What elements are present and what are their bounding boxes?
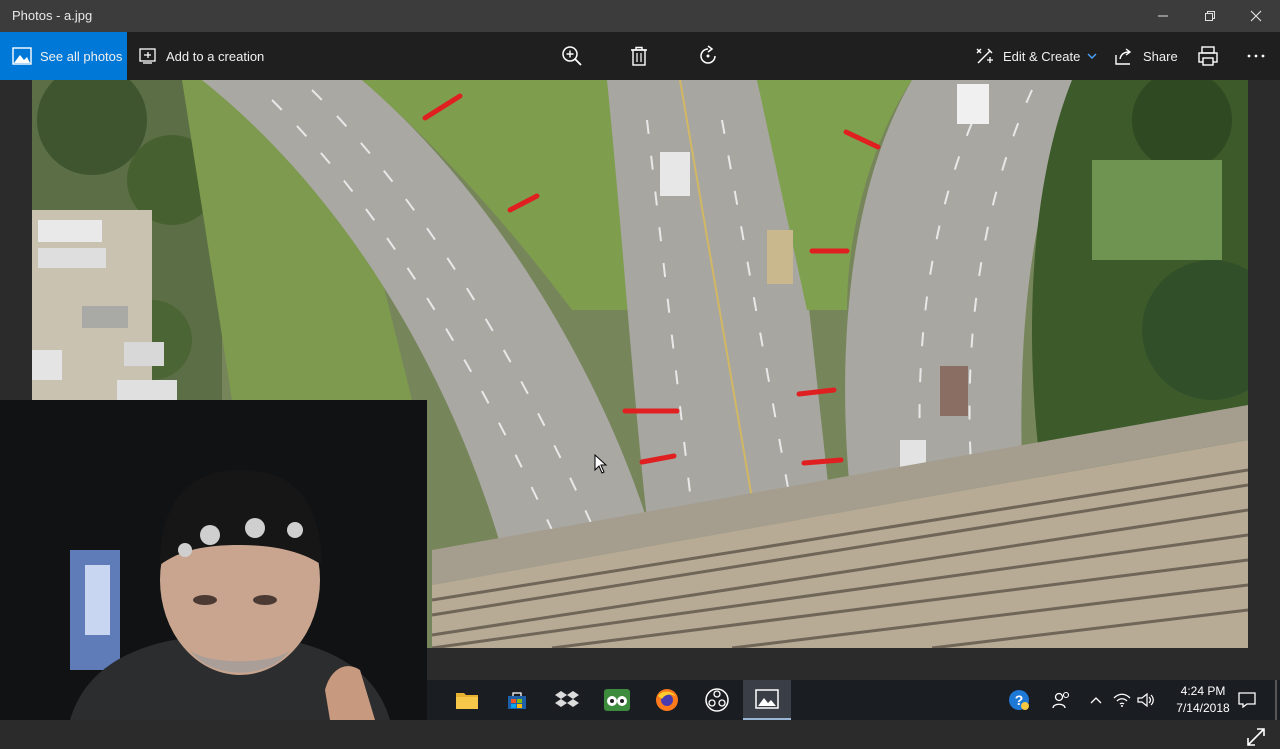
- close-button[interactable]: [1233, 0, 1279, 32]
- add-to-creation-label: Add to a creation: [166, 48, 265, 64]
- add-to-creation-button[interactable]: Add to a creation: [138, 32, 264, 80]
- share-icon: [1115, 48, 1132, 65]
- taskbar-app-photos[interactable]: [743, 680, 791, 720]
- taskbar-app-tripadvisor[interactable]: [593, 680, 641, 720]
- trash-icon: [631, 46, 647, 66]
- see-all-photos-label: See all photos: [40, 48, 123, 64]
- edit-create-icon: [976, 48, 993, 64]
- obs-icon: [705, 688, 729, 712]
- tripadvisor-icon: [604, 689, 630, 711]
- close-icon: [1250, 10, 1262, 22]
- taskbar-app-obs[interactable]: [693, 680, 741, 720]
- notification-icon: [1238, 692, 1256, 708]
- restore-icon: [1205, 11, 1215, 21]
- delete-button[interactable]: [629, 32, 649, 80]
- zoom-in-icon: [562, 46, 582, 66]
- store-icon: [508, 692, 526, 709]
- chevron-down-icon: [1087, 53, 1097, 59]
- more-icon: [1247, 54, 1265, 58]
- show-desktop-button[interactable]: [1275, 680, 1277, 720]
- full-screen-icon[interactable]: [1244, 725, 1268, 749]
- share-button[interactable]: Share: [1113, 32, 1178, 80]
- firefox-icon: [656, 689, 678, 711]
- photos-toolbar: See all photos Add to a creation Edit & …: [0, 32, 1280, 80]
- people-tray-button[interactable]: [1051, 680, 1071, 720]
- action-center-button[interactable]: [1232, 680, 1262, 720]
- print-button[interactable]: [1197, 32, 1219, 80]
- help-tray-button[interactable]: ?: [1007, 680, 1031, 720]
- taskbar-app-dropbox[interactable]: [543, 680, 591, 720]
- window-title: Photos - a.jpg: [12, 8, 93, 23]
- volume-icon: [1137, 692, 1154, 708]
- webcam-feed-image: [0, 400, 427, 720]
- title-bar: Photos - a.jpg: [0, 0, 1280, 32]
- network-tray-button[interactable]: [1111, 680, 1133, 720]
- cursor-icon: [594, 454, 608, 474]
- dropbox-icon: [555, 691, 579, 707]
- photos-icon: [12, 47, 32, 65]
- photos-app-icon: [755, 689, 779, 709]
- folder-icon: [456, 693, 478, 709]
- help-icon: ?: [1009, 690, 1029, 710]
- minimize-icon: [1158, 15, 1168, 17]
- edit-create-label: Edit & Create: [1003, 48, 1081, 64]
- people-icon: [1052, 691, 1070, 709]
- zoom-button[interactable]: [561, 32, 583, 80]
- chevron-up-icon: [1090, 697, 1102, 704]
- print-icon: [1198, 46, 1218, 66]
- show-hidden-icons-button[interactable]: [1087, 680, 1105, 720]
- more-options-button[interactable]: [1246, 32, 1266, 80]
- rotate-icon: [700, 45, 716, 64]
- taskbar-app-firefox[interactable]: [643, 680, 691, 720]
- see-all-photos-button[interactable]: See all photos: [0, 32, 127, 80]
- taskbar: ? 4:24 PM 7/14/2018: [427, 680, 1280, 720]
- edit-create-button[interactable]: Edit & Create: [975, 32, 1098, 80]
- rotate-button[interactable]: [697, 32, 719, 80]
- minimize-button[interactable]: [1140, 0, 1186, 32]
- wifi-icon: [1113, 693, 1131, 707]
- restore-button[interactable]: [1187, 0, 1233, 32]
- webcam-overlay: [0, 400, 427, 720]
- add-creation-icon: [139, 48, 156, 64]
- share-label: Share: [1143, 48, 1178, 64]
- taskbar-app-store[interactable]: [493, 680, 541, 720]
- taskbar-app-file-explorer[interactable]: [443, 680, 491, 720]
- volume-tray-button[interactable]: [1135, 680, 1157, 720]
